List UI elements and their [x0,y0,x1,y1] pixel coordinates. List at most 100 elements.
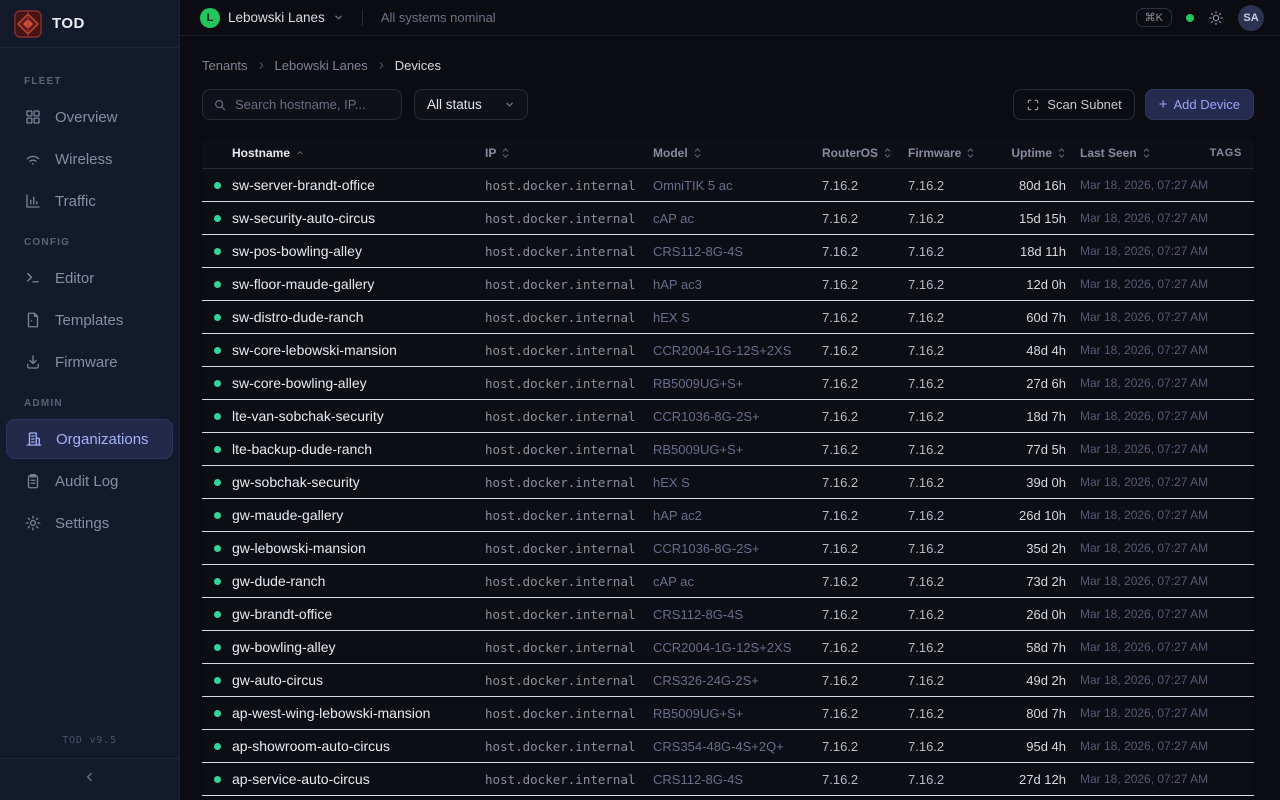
model-cell: CCR1036-8G-2S+ [653,409,822,424]
status-dot-cell [202,182,232,189]
model-cell: CRS112-8G-4S [653,772,822,787]
online-status-dot [214,644,221,651]
online-status-dot [214,743,221,750]
firmware-cell: 7.16.2 [908,772,992,787]
firmware-cell: 7.16.2 [908,343,992,358]
tenant-name: Lebowski Lanes [228,10,325,25]
status-dot-cell [202,512,232,519]
sidebar-item-label: Audit Log [55,473,118,490]
online-status-dot [214,248,221,255]
hostname-cell: sw-server-brandt-office [232,177,485,193]
uptime-cell: 77d 5h [992,442,1066,457]
sidebar-item-traffic[interactable]: Traffic [6,181,173,221]
sidebar-item-organizations[interactable]: Organizations [6,419,173,459]
sun-icon [1208,10,1224,26]
ip-cell: host.docker.internal [485,706,653,721]
ip-cell: host.docker.internal [485,607,653,622]
ip-cell: host.docker.internal [485,442,653,457]
sidebar-item-settings[interactable]: Settings [6,503,173,543]
routeros-cell: 7.16.2 [822,673,908,688]
uptime-cell: 35d 2h [992,541,1066,556]
routeros-cell: 7.16.2 [822,508,908,523]
column-header-uptime[interactable]: Uptime [992,146,1066,160]
uptime-cell: 58d 7h [992,640,1066,655]
online-status-dot [214,710,221,717]
model-cell: CCR2004-1G-12S+2XS [653,343,822,358]
online-status-dot [214,182,221,189]
status-dot-cell [202,248,232,255]
column-header-hostname[interactable]: Hostname [232,146,485,160]
section-label-fleet: FLEET [0,62,179,95]
model-cell: cAP ac [653,574,822,589]
table-row[interactable]: sw-pos-bowling-alley host.docker.interna… [202,235,1254,268]
online-status-dot [214,413,221,420]
table-row[interactable]: ap-service-auto-circus host.docker.inter… [202,763,1254,796]
search-icon [213,98,227,112]
plus-icon: + [1159,96,1168,113]
column-header-model[interactable]: Model [653,146,822,160]
uptime-cell: 27d 6h [992,376,1066,391]
table-row[interactable]: gw-sobchak-security host.docker.internal… [202,466,1254,499]
topbar-right: ⌘K SA [1136,5,1264,31]
column-header-last-seen[interactable]: Last Seen [1066,146,1206,160]
sidebar-item-editor[interactable]: Editor [6,258,173,298]
status-filter-select[interactable]: All status [414,89,528,120]
search-input[interactable] [235,97,391,112]
table-body: sw-server-brandt-office host.docker.inte… [202,169,1254,796]
tenant-switcher[interactable]: L Lebowski Lanes [200,8,344,28]
brand-header: TOD [0,0,179,48]
add-device-button[interactable]: + Add Device [1145,89,1254,120]
status-dot-cell [202,644,232,651]
column-label: Hostname [232,146,290,160]
sidebar-item-templates[interactable]: Templates [6,300,173,340]
sidebar-item-wireless[interactable]: Wireless [6,139,173,179]
sort-icon [1142,147,1151,159]
firmware-cell: 7.16.2 [908,310,992,325]
sidebar-item-overview[interactable]: Overview [6,97,173,137]
ip-cell: host.docker.internal [485,343,653,358]
last-seen-cell: Mar 18, 2026, 07:27 AM [1066,574,1206,588]
scan-subnet-button[interactable]: Scan Subnet [1013,89,1134,120]
online-status-dot [214,446,221,453]
status-dot-cell [202,380,232,387]
hostname-cell: sw-security-auto-circus [232,210,485,226]
routeros-cell: 7.16.2 [822,706,908,721]
ip-cell: host.docker.internal [485,310,653,325]
table-row[interactable]: gw-lebowski-mansion host.docker.internal… [202,532,1254,565]
column-header-routeros[interactable]: RouterOS [822,146,908,160]
sidebar-collapse-button[interactable] [0,758,179,800]
table-row[interactable]: sw-core-lebowski-mansion host.docker.int… [202,334,1254,367]
routeros-cell: 7.16.2 [822,211,908,226]
column-header-firmware[interactable]: Firmware [908,146,992,160]
table-row[interactable]: gw-auto-circus host.docker.internal CRS3… [202,664,1254,697]
breadcrumb-tenants[interactable]: Tenants [202,58,248,73]
table-row[interactable]: sw-distro-dude-ranch host.docker.interna… [202,301,1254,334]
table-row[interactable]: sw-security-auto-circus host.docker.inte… [202,202,1254,235]
scan-subnet-label: Scan Subnet [1047,97,1121,112]
table-row[interactable]: sw-core-bowling-alley host.docker.intern… [202,367,1254,400]
table-row[interactable]: gw-bowling-alley host.docker.internal CC… [202,631,1254,664]
sidebar-item-firmware[interactable]: Firmware [6,342,173,382]
sort-asc-icon [295,148,305,158]
table-row[interactable]: ap-showroom-auto-circus host.docker.inte… [202,730,1254,763]
table-row[interactable]: gw-brandt-office host.docker.internal CR… [202,598,1254,631]
table-row[interactable]: sw-server-brandt-office host.docker.inte… [202,169,1254,202]
column-header-ip[interactable]: IP [485,146,653,160]
user-avatar[interactable]: SA [1238,5,1264,31]
breadcrumb-tenant-name[interactable]: Lebowski Lanes [275,58,368,73]
command-palette-shortcut[interactable]: ⌘K [1136,8,1172,27]
table-row[interactable]: gw-dude-ranch host.docker.internal cAP a… [202,565,1254,598]
sidebar-item-audit-log[interactable]: Audit Log [6,461,173,501]
table-row[interactable]: sw-floor-maude-gallery host.docker.inter… [202,268,1254,301]
table-row[interactable]: lte-backup-dude-ranch host.docker.intern… [202,433,1254,466]
firmware-cell: 7.16.2 [908,706,992,721]
table-row[interactable]: lte-van-sobchak-security host.docker.int… [202,400,1254,433]
online-status-dot [214,281,221,288]
table-row[interactable]: ap-west-wing-lebowski-mansion host.docke… [202,697,1254,730]
bar-chart-icon [24,192,43,211]
status-dot-cell [202,281,232,288]
firmware-cell: 7.16.2 [908,673,992,688]
table-row[interactable]: gw-maude-gallery host.docker.internal hA… [202,499,1254,532]
theme-toggle-button[interactable] [1208,10,1224,26]
model-cell: hEX S [653,475,822,490]
